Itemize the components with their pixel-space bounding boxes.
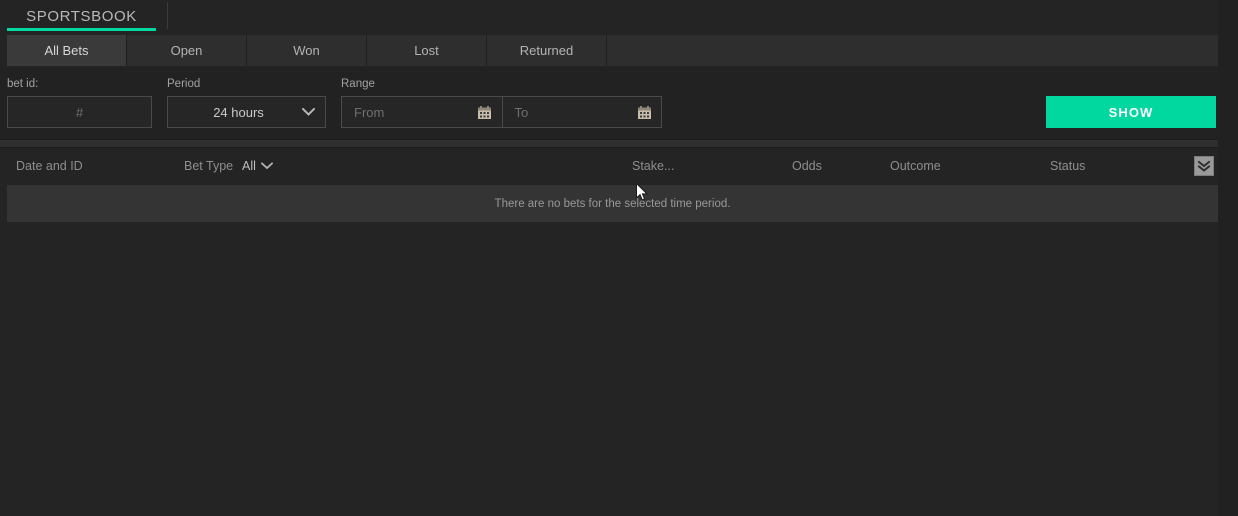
status-tab-bar: All Bets Open Won Lost Returned <box>7 35 1218 66</box>
calendar-icon[interactable] <box>627 105 661 120</box>
tab-returned[interactable]: Returned <box>487 35 607 66</box>
date-range-group: From <box>341 96 662 128</box>
column-header-odds: Odds <box>792 159 822 173</box>
tab-bar-filler <box>607 35 1218 66</box>
range-label: Range <box>341 78 375 90</box>
chevron-down-icon <box>291 108 325 116</box>
column-header-outcome: Outcome <box>890 159 941 173</box>
section-tab-label: SPORTSBOOK <box>26 8 137 25</box>
right-gutter <box>1218 0 1238 516</box>
section-tab-sportsbook[interactable]: SPORTSBOOK <box>7 0 156 33</box>
chevron-down-icon <box>261 157 273 175</box>
table-header: Date and ID Bet Type All Stake... Odds O… <box>0 148 1218 185</box>
tab-lost-label: Lost <box>414 43 439 58</box>
active-tab-underline <box>7 28 156 31</box>
sportsbook-bet-history-page: SPORTSBOOK All Bets Open Won Lost Return… <box>0 0 1238 516</box>
range-to-placeholder: To <box>503 105 628 120</box>
show-button[interactable]: SHOW <box>1046 96 1216 128</box>
filter-separator <box>0 139 1218 148</box>
section-tab-divider <box>167 2 168 29</box>
period-select[interactable]: 24 hours <box>167 96 326 128</box>
column-header-stake: Stake... <box>632 159 674 173</box>
period-label: Period <box>167 78 200 90</box>
column-header-status: Status <box>1050 159 1085 173</box>
column-header-date-and-id: Date and ID <box>16 159 83 173</box>
tab-returned-label: Returned <box>520 43 573 58</box>
calendar-icon[interactable] <box>468 105 502 120</box>
tab-won[interactable]: Won <box>247 35 367 66</box>
tab-all-bets-label: All Bets <box>44 43 88 58</box>
range-to-field[interactable]: To <box>502 97 662 127</box>
empty-state-row: There are no bets for the selected time … <box>7 185 1218 222</box>
section-tab-bar: SPORTSBOOK <box>0 0 1218 33</box>
tab-open[interactable]: Open <box>127 35 247 66</box>
filter-panel: bet id: Period 24 hours Range From <box>0 67 1218 139</box>
tab-all-bets[interactable]: All Bets <box>7 35 127 66</box>
empty-state-message: There are no bets for the selected time … <box>495 198 731 210</box>
content-column: SPORTSBOOK All Bets Open Won Lost Return… <box>0 0 1218 516</box>
column-header-bet-type: Bet Type <box>184 159 233 173</box>
bet-id-label: bet id: <box>7 78 38 90</box>
tab-won-label: Won <box>293 43 320 58</box>
tab-lost[interactable]: Lost <box>367 35 487 66</box>
range-from-field[interactable]: From <box>342 97 502 127</box>
bet-type-filter-value: All <box>242 159 256 173</box>
bet-id-input[interactable] <box>7 96 152 128</box>
range-from-placeholder: From <box>342 105 468 120</box>
period-selected-value: 24 hours <box>168 105 291 120</box>
bet-type-filter-dropdown[interactable]: All <box>242 157 273 175</box>
double-chevron-down-icon[interactable] <box>1194 156 1214 176</box>
tab-open-label: Open <box>171 43 203 58</box>
